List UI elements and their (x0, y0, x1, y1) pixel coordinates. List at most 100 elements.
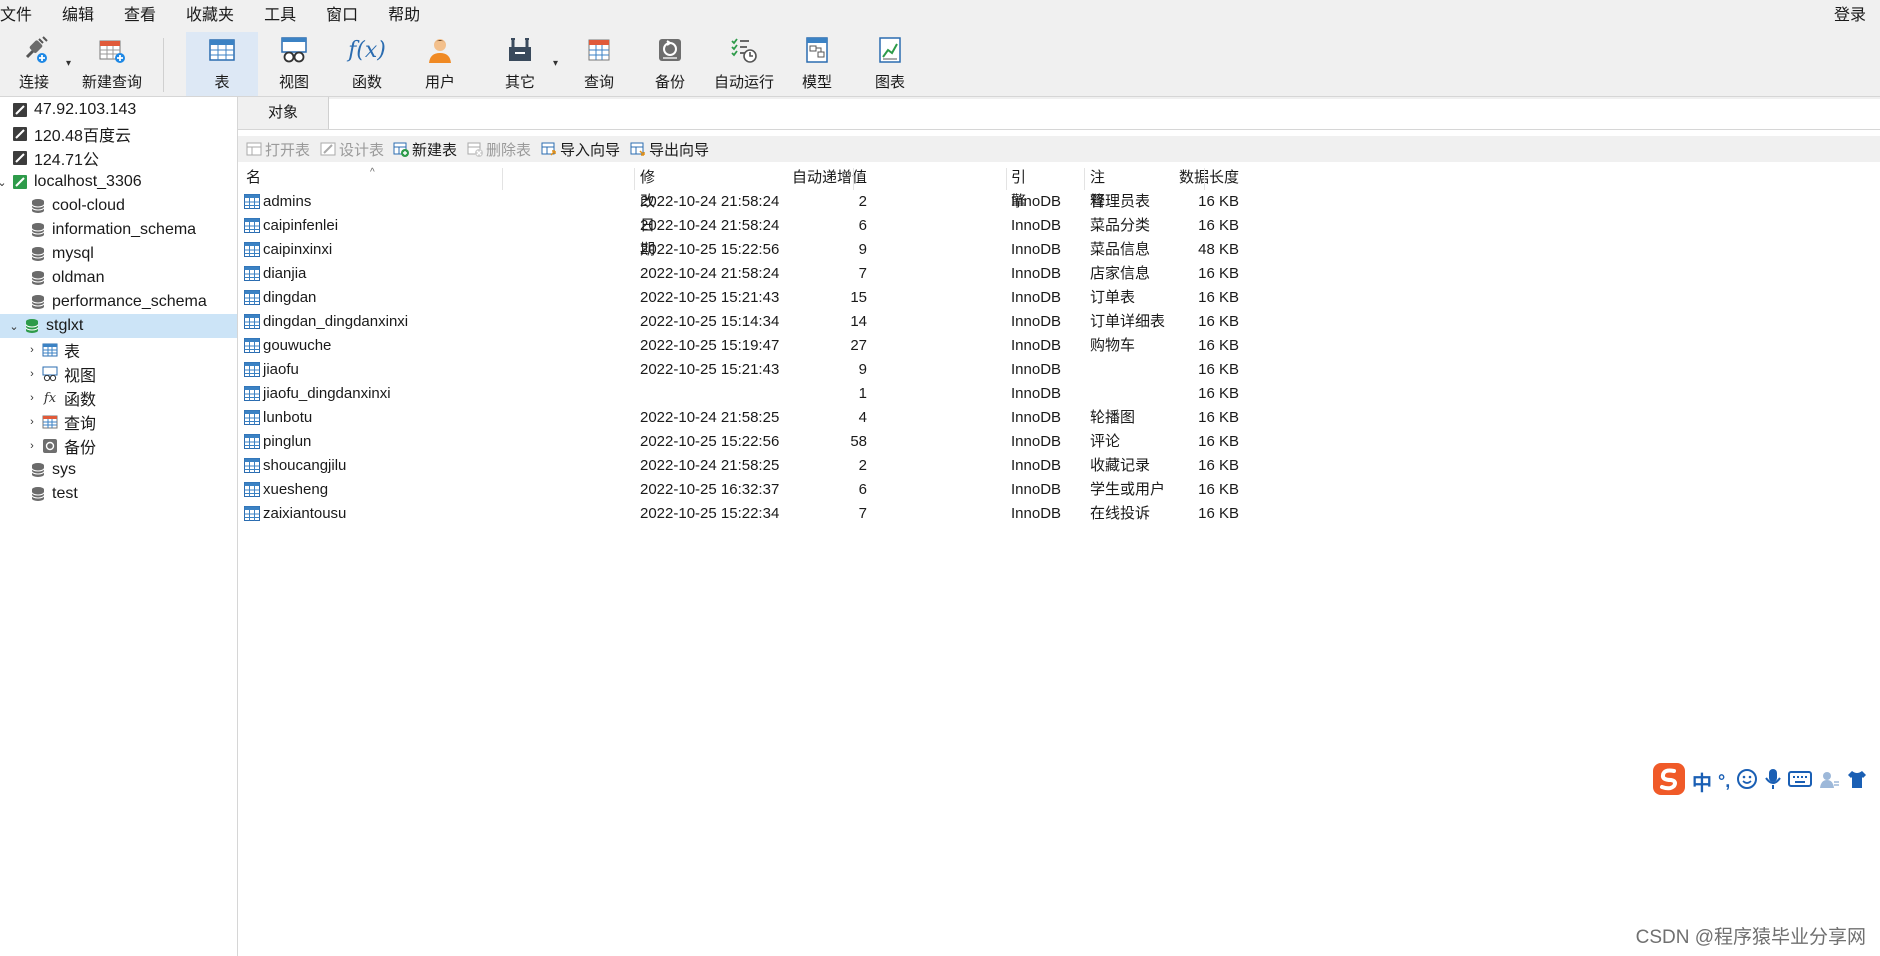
table-row[interactable]: shoucangjilu 2 2022-10-24 21:58:25 16 KB Inn… (240, 454, 1240, 478)
sogou-logo-icon[interactable] (1652, 762, 1686, 801)
chevron-right-icon[interactable]: › (26, 392, 38, 404)
chevron-right-icon[interactable]: › (26, 368, 38, 380)
cell-name: jiaofu_dingdanxinxi (263, 385, 391, 402)
other-button[interactable]: 其它 (484, 32, 556, 96)
chevron-right-icon[interactable]: › (26, 344, 38, 356)
user-button[interactable]: 用户 (404, 32, 476, 96)
menu-tools[interactable]: 工具 (249, 0, 311, 32)
keyboard-icon[interactable] (1788, 770, 1813, 793)
design-table-button[interactable]: 设计表 (320, 136, 384, 162)
chevron-right-icon[interactable]: › (26, 416, 38, 428)
table-row[interactable]: caipinfenlei 6 2022-10-24 21:58:24 16 KB Inn… (240, 214, 1240, 238)
sidebar-item-connection[interactable]: 124.71公 (0, 146, 237, 170)
table-label: 表 (214, 74, 230, 91)
table-row[interactable]: dingdan_dingdanxinxi 14 2022-10-25 15:14:3… (240, 310, 1240, 334)
import-wizard-button[interactable]: 导入向导 (541, 136, 620, 162)
ime-mode-indicator[interactable]: 中 (1692, 767, 1712, 796)
column-header-auto-increment[interactable]: 自动递增值 (502, 166, 867, 190)
auto-run-icon (729, 35, 759, 65)
open-table-button[interactable]: 打开表 (246, 136, 310, 162)
sidebar-item-database[interactable]: oldman (0, 266, 237, 290)
table-button[interactable]: 表 (186, 32, 258, 96)
table-row[interactable]: admins 2 2022-10-24 21:58:24 16 KB InnoDB 管理员… (240, 190, 1240, 214)
sidebar-item-object-group[interactable]: › 表 (0, 338, 237, 362)
menu-file[interactable]: 文件 (0, 0, 47, 32)
chevron-down-icon[interactable]: ⌄ (0, 176, 8, 189)
sidebar-item-connection[interactable]: 120.48百度云 (0, 122, 237, 146)
menu-edit[interactable]: 编辑 (47, 0, 109, 32)
table-row[interactable]: lunbotu 4 2022-10-24 21:58:25 16 KB InnoDB 轮播… (240, 406, 1240, 430)
chevron-down-icon[interactable]: ⌄ (8, 320, 20, 333)
sidebar-item-database[interactable]: mysql (0, 242, 237, 266)
new-query-button[interactable]: 新建查询 (78, 32, 146, 96)
table-row[interactable]: xuesheng 6 2022-10-25 16:32:37 16 KB InnoDB 学… (240, 478, 1240, 502)
connect-dropdown-icon[interactable]: ▾ (66, 58, 71, 69)
sidebar-item-database[interactable]: test (0, 482, 237, 506)
backup-button[interactable]: 备份 (634, 32, 706, 96)
table-row[interactable]: dianjia 7 2022-10-24 21:58:24 16 KB InnoDB 店家… (240, 262, 1240, 286)
auto-run-button[interactable]: 自动运行 (706, 32, 782, 96)
column-header-comment[interactable]: 注释 (1090, 166, 1105, 210)
table-row[interactable]: dingdan 15 2022-10-25 15:21:43 16 KB InnoDB 订… (240, 286, 1240, 310)
view-label: 视图 (278, 74, 309, 91)
cell-comment: 学生或用户 (1090, 481, 1166, 498)
table-row[interactable]: caipinxinxi 9 2022-10-25 15:22:56 48 KB Inno… (240, 238, 1240, 262)
database-label: oldman (52, 269, 105, 286)
user-silhouette-icon[interactable] (1818, 768, 1840, 795)
table-icon (244, 314, 260, 329)
sidebar-item-object-group[interactable]: › 查询 (0, 410, 237, 434)
model-button[interactable]: 模型 (781, 32, 853, 96)
database-label: cool-cloud (52, 197, 125, 214)
view-button[interactable]: 视图 (258, 32, 330, 96)
menu-favorites[interactable]: 收藏夹 (171, 0, 249, 32)
sidebar-item-database[interactable]: cool-cloud (0, 194, 237, 218)
column-header-data-length[interactable]: 数据长度 (853, 166, 1239, 190)
column-divider[interactable] (634, 168, 635, 190)
sidebar-item-object-group[interactable]: › 视图 (0, 362, 237, 386)
sidebar-item-database[interactable]: information_schema (0, 218, 237, 242)
tab-objects[interactable]: 对象 (238, 97, 329, 129)
menu-window[interactable]: 窗口 (311, 0, 373, 32)
chart-button[interactable]: 图表 (854, 32, 926, 96)
menu-help[interactable]: 帮助 (373, 0, 435, 32)
sidebar-item-connection[interactable]: 47.92.103.143 (0, 98, 237, 122)
sidebar-item-object-group[interactable]: › 备份 (0, 434, 237, 458)
table-row[interactable]: jiaofu_dingdanxinxi 1 16 KB InnoDB (240, 382, 1240, 406)
other-dropdown-icon[interactable]: ▾ (553, 58, 558, 69)
menu-view[interactable]: 查看 (109, 0, 171, 32)
connect-button[interactable]: 连接 (6, 32, 62, 96)
login-link[interactable]: 登录 (1834, 0, 1866, 32)
table-row[interactable]: pinglun 58 2022-10-25 15:22:56 16 KB InnoDB 评… (240, 430, 1240, 454)
column-divider[interactable] (1204, 168, 1205, 190)
emoji-icon[interactable] (1736, 768, 1758, 795)
new-table-button[interactable]: 新建表 (393, 136, 457, 162)
column-header-modified[interactable]: 修改日期 (640, 166, 655, 258)
microphone-icon[interactable] (1764, 768, 1782, 795)
table-row[interactable]: jiaofu 9 2022-10-25 15:21:43 16 KB InnoDB (240, 358, 1240, 382)
table-icon (244, 434, 260, 449)
column-divider[interactable] (1006, 168, 1007, 190)
column-header-name[interactable]: 名 (246, 166, 261, 190)
table-row[interactable]: gouwuche 27 2022-10-25 15:19:47 16 KB InnoDB… (240, 334, 1240, 358)
function-button[interactable]: f(x) 函数 (331, 32, 403, 96)
export-wizard-button[interactable]: 导出向导 (630, 136, 709, 162)
other-label: 其它 (504, 74, 535, 91)
connection-label: 124.71公 (34, 152, 99, 169)
sidebar-item-database[interactable]: performance_schema (0, 290, 237, 314)
table-row[interactable]: zaixiantousu 7 2022-10-25 15:22:34 16 KB Inn… (240, 502, 1240, 526)
column-header-engine[interactable]: 引擎 (1011, 166, 1026, 210)
sidebar-item-database[interactable]: sys (0, 458, 237, 482)
sidebar-item-connection[interactable]: ⌄ localhost_3306 (0, 170, 237, 194)
cell-modified: 2022-10-25 15:21:43 (640, 361, 780, 378)
ime-punctuation-indicator[interactable]: °, (1718, 771, 1730, 792)
sidebar-item-object-group[interactable]: › fx 函数 (0, 386, 237, 410)
chevron-right-icon[interactable]: › (26, 440, 38, 452)
column-divider[interactable] (1084, 168, 1085, 190)
shirt-skin-icon[interactable] (1846, 768, 1868, 795)
object-group-label: 查询 (64, 416, 97, 433)
delete-table-button[interactable]: 删除表 (467, 136, 531, 162)
sidebar-item-database[interactable]: ⌄ stglxt (0, 314, 237, 338)
view-icon (279, 35, 309, 65)
function-icon: fx (43, 390, 57, 406)
query-button[interactable]: 查询 (563, 32, 635, 96)
